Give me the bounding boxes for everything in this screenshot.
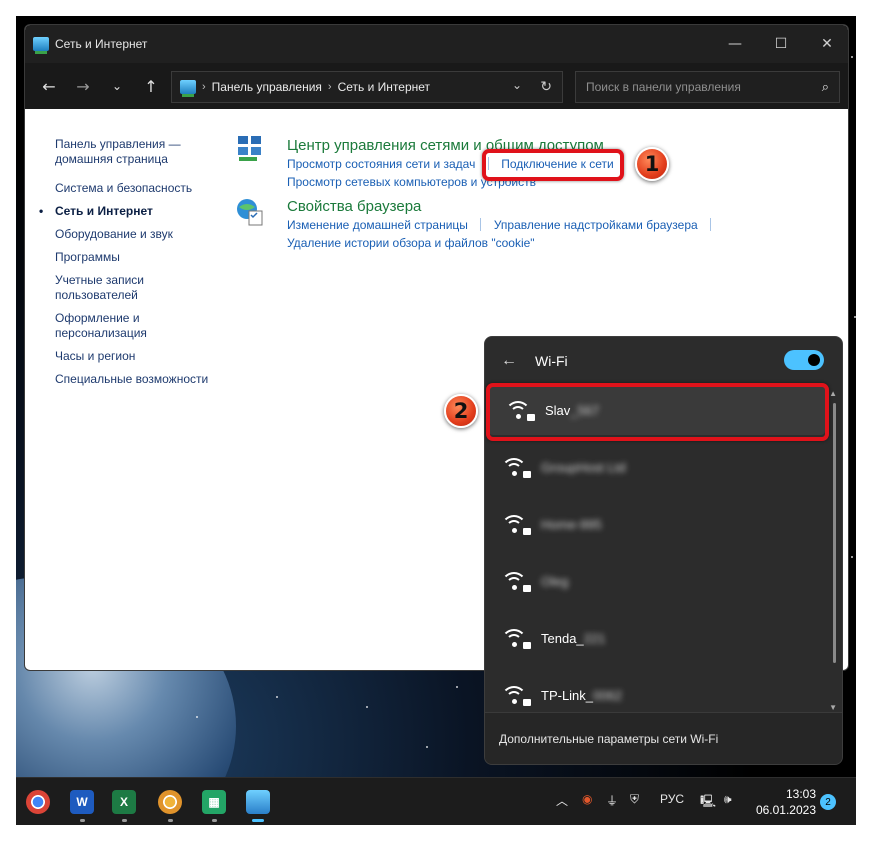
address-bar[interactable]: › Панель управления › Сеть и Интернет ⌄ … bbox=[171, 71, 563, 103]
arrow-up-icon[interactable]: ↑ bbox=[137, 72, 165, 100]
wifi-secured-icon bbox=[501, 684, 531, 706]
link-change-homepage[interactable]: Изменение домашней страницы bbox=[287, 217, 468, 234]
arrow-left-icon[interactable]: ← bbox=[35, 72, 63, 100]
network-status-icon[interactable]: 🖳 bbox=[700, 792, 716, 813]
chevron-down-icon[interactable]: ⌄ bbox=[103, 72, 131, 100]
app-tray-icon[interactable]: ◉ bbox=[582, 792, 592, 806]
window-title: Сеть и Интернет bbox=[55, 37, 148, 51]
wifi-toggle[interactable] bbox=[784, 350, 824, 370]
search-placeholder: Поиск в панели управления bbox=[586, 80, 741, 94]
network-name-blurred: GroupHost Ltd bbox=[541, 459, 626, 475]
chevron-up-icon[interactable]: ︿ bbox=[556, 792, 568, 809]
sidebar-item-clock[interactable]: Часы и регион bbox=[55, 349, 225, 364]
running-indicator bbox=[122, 819, 127, 822]
breadcrumb-control-panel[interactable]: Панель управления bbox=[212, 80, 322, 94]
close-button[interactable]: ✕ bbox=[804, 25, 848, 63]
sidebar-item-hardware[interactable]: Оборудование и звук bbox=[55, 227, 225, 242]
wifi-network-item[interactable]: Home-995 bbox=[485, 499, 825, 549]
minimize-button[interactable]: — bbox=[712, 25, 758, 63]
notification-badge[interactable]: 2 bbox=[820, 794, 836, 810]
sidebar-item-programs[interactable]: Программы bbox=[55, 250, 225, 265]
sidebar-item-accessibility[interactable]: Специальные возможности bbox=[55, 372, 225, 387]
clock[interactable]: 13:03 06.01.2023 bbox=[752, 786, 816, 818]
network-name: TP-Link_ bbox=[541, 687, 594, 703]
network-center-icon bbox=[235, 133, 265, 163]
chrome-icon[interactable] bbox=[26, 790, 50, 814]
word-icon[interactable]: W bbox=[70, 790, 94, 814]
sidebar-item-home[interactable]: Панель управления — домашняя страница bbox=[55, 137, 195, 167]
step-badge-2: 2 bbox=[444, 394, 478, 428]
language-indicator[interactable]: РУС bbox=[660, 792, 684, 806]
wifi-secured-icon bbox=[501, 456, 531, 478]
network-name-blurred: 0062 bbox=[593, 687, 622, 703]
clock-time: 13:03 bbox=[785, 787, 816, 801]
sidebar: Панель управления — домашняя страница Си… bbox=[39, 137, 225, 395]
desktop: Сеть и Интернет — ☐ ✕ ← → ⌄ ↑ › Панель у… bbox=[16, 16, 856, 825]
wifi-more-settings[interactable]: Дополнительные параметры сети Wi-Fi bbox=[485, 712, 842, 764]
search-input[interactable]: Поиск в панели управления ⌕ bbox=[575, 71, 840, 103]
breadcrumb-separator: › bbox=[202, 81, 206, 93]
wifi-secured-icon bbox=[501, 513, 531, 535]
chevron-down-icon[interactable]: ⌄ bbox=[512, 78, 522, 92]
usb-icon[interactable]: ⏚ bbox=[606, 792, 618, 809]
network-name-blurred: 221 bbox=[583, 630, 606, 646]
link-divider bbox=[480, 218, 482, 232]
running-indicator bbox=[168, 819, 173, 822]
sidebar-item-security[interactable]: Система и безопасность bbox=[55, 181, 225, 196]
wifi-network-item[interactable]: Tenda_ 221 bbox=[485, 613, 825, 663]
sidebar-item-accounts[interactable]: Учетные записи пользователей bbox=[55, 273, 155, 303]
browser-settings-icon bbox=[235, 197, 265, 227]
scroll-down-icon[interactable]: ▼ bbox=[829, 703, 837, 712]
link-divider bbox=[710, 218, 712, 232]
wifi-more-settings-label: Дополнительные параметры сети Wi-Fi bbox=[499, 731, 719, 746]
scroll-up-icon[interactable]: ▲ bbox=[829, 389, 837, 398]
wifi-title: Wi-Fi bbox=[535, 353, 568, 369]
wifi-network-item[interactable]: Oleg bbox=[485, 556, 825, 606]
network-name-blurred: Oleg bbox=[541, 573, 569, 589]
category-title-browser[interactable]: Свойства браузера bbox=[287, 198, 719, 216]
volume-icon[interactable]: 🕪 bbox=[724, 792, 732, 807]
highlight-wifi-network bbox=[486, 383, 829, 441]
taskbar: W X ▦ ︿ ◉ ⏚ ⛨ РУС 🖳 🕪 13:03 06.01.2023 2 bbox=[16, 777, 856, 825]
wifi-secured-icon bbox=[501, 570, 531, 592]
wifi-network-item[interactable]: GroupHost Ltd bbox=[485, 442, 825, 492]
security-icon[interactable]: ⛨ bbox=[630, 792, 639, 807]
link-delete-history[interactable]: Удаление истории обзора и файлов "cookie… bbox=[287, 235, 535, 252]
running-indicator bbox=[212, 819, 217, 822]
sheets-icon[interactable]: ▦ bbox=[202, 790, 226, 814]
arrow-left-icon[interactable]: ← bbox=[501, 352, 517, 370]
breadcrumb-separator: › bbox=[327, 81, 332, 93]
clock-date: 06.01.2023 bbox=[755, 803, 816, 817]
running-indicator bbox=[80, 819, 85, 822]
refresh-icon[interactable]: ↻ bbox=[540, 78, 552, 95]
wifi-secured-icon bbox=[501, 627, 531, 649]
sidebar-item-appearance[interactable]: Оформление и персонализация bbox=[55, 311, 165, 341]
highlight-connect-link bbox=[482, 149, 624, 181]
link-view-network-status[interactable]: Просмотр состояния сети и задач bbox=[287, 156, 475, 173]
active-indicator bbox=[252, 819, 264, 822]
network-icon bbox=[33, 37, 49, 54]
link-manage-addons[interactable]: Управление надстройками браузера bbox=[494, 217, 698, 234]
control-panel-icon[interactable] bbox=[246, 790, 270, 814]
wifi-scrollbar[interactable] bbox=[833, 403, 836, 663]
breadcrumb-network[interactable]: Сеть и Интернет bbox=[338, 80, 430, 94]
maximize-button[interactable]: ☐ bbox=[758, 25, 804, 63]
category-browser: Свойства браузера Изменение домашней стр… bbox=[287, 198, 719, 252]
network-icon bbox=[180, 80, 196, 97]
sidebar-item-network: Сеть и Интернет bbox=[39, 204, 225, 219]
title-bar[interactable]: Сеть и Интернет — ☐ ✕ bbox=[25, 25, 848, 63]
arrow-right-icon[interactable]: → bbox=[69, 72, 97, 100]
search-icon[interactable]: ⌕ bbox=[822, 79, 829, 95]
network-name: Tenda_ bbox=[541, 630, 584, 646]
chrome-canary-icon[interactable] bbox=[158, 790, 182, 814]
step-badge-1: 1 bbox=[635, 147, 669, 181]
network-name-blurred: Home-995 bbox=[541, 516, 602, 532]
excel-icon[interactable]: X bbox=[112, 790, 136, 814]
